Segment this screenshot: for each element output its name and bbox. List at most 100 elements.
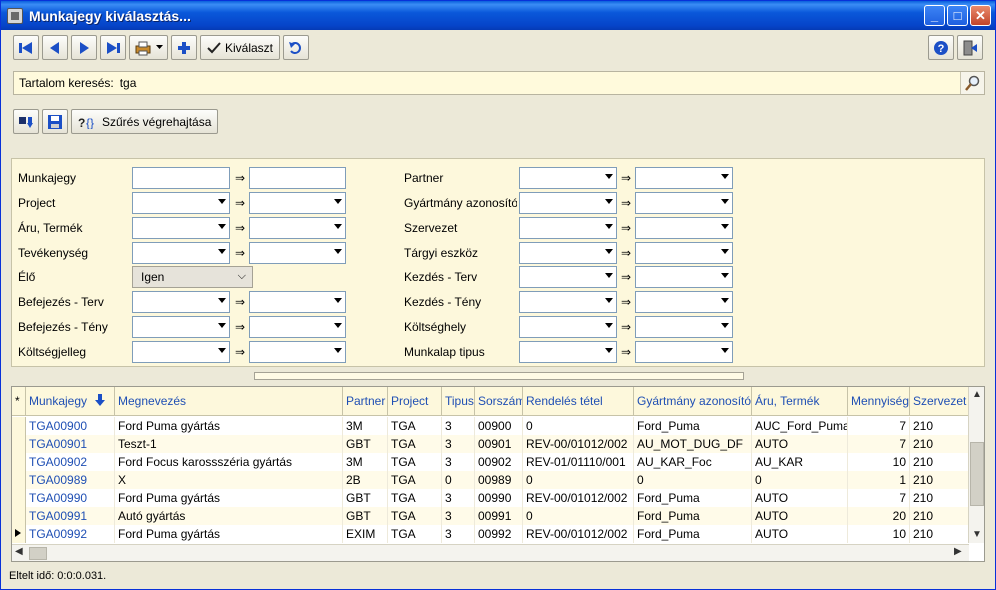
table-row[interactable]: TGA00991 Autó gyártás GBT TGA 3 00991 0 Ford_Pu… (12, 507, 969, 525)
table-row[interactable]: TGA00902 Ford Focus karossszéria gyártás 3… (12, 453, 969, 471)
svg-text:?: ? (78, 116, 85, 129)
worksheet-type-to-select[interactable] (635, 341, 733, 363)
scroll-left-icon[interactable]: ◀ (15, 546, 23, 557)
munkajegy-from-input[interactable] (132, 167, 230, 189)
exit-button[interactable] (957, 35, 983, 60)
table-cell[interactable]: TGA00901 (26, 435, 115, 453)
column-header[interactable]: Project (388, 387, 442, 415)
print-menu-button[interactable] (129, 35, 168, 60)
last-record-button[interactable] (100, 35, 126, 60)
load-filter-icon (19, 116, 33, 128)
column-header[interactable]: Mennyiség (848, 387, 910, 415)
activity-from-select[interactable] (132, 242, 230, 264)
organization-to-select[interactable] (635, 217, 733, 239)
search-input[interactable] (117, 73, 960, 93)
end-plan-from-select[interactable] (132, 291, 230, 313)
item-to-select[interactable] (249, 217, 346, 239)
partner-to-select[interactable] (635, 167, 733, 189)
asset-to-select[interactable] (635, 242, 733, 264)
table-cell[interactable]: TGA00900 (26, 417, 115, 435)
undo-icon (289, 41, 302, 54)
horizontal-scroll-thumb[interactable] (29, 547, 47, 560)
run-filter-button[interactable]: ?{} Szűrés végrehajtása (71, 109, 219, 134)
load-filter-button[interactable] (13, 109, 39, 134)
table-cell: GBT (343, 489, 388, 507)
table-cell: 3 (442, 435, 475, 453)
column-header[interactable]: Gyártmány azonosító (634, 387, 752, 415)
column-header[interactable]: Sorszám (475, 387, 523, 415)
product-id-to-select[interactable] (635, 192, 733, 214)
filter-row: Költségjelleg ⇒ Munkalap tipus ⇒ (12, 341, 986, 363)
table-cell[interactable]: TGA00902 (26, 453, 115, 471)
start-actual-from-select[interactable] (519, 291, 617, 313)
column-header[interactable]: Tipus (442, 387, 475, 415)
scroll-up-icon[interactable]: ▲ (972, 389, 982, 400)
table-cell[interactable]: TGA00989 (26, 471, 115, 489)
table-cell: Ford Puma gyártás (115, 489, 343, 507)
partner-from-select[interactable] (519, 167, 617, 189)
end-plan-to-select[interactable] (249, 291, 346, 313)
column-header[interactable]: Partner (343, 387, 388, 415)
filter-label: Munkajegy (18, 171, 77, 185)
search-button[interactable] (960, 72, 984, 94)
filter-label: Kezdés - Terv (404, 270, 478, 284)
filter-label: Áru, Termék (18, 221, 83, 235)
column-header[interactable]: Megnevezés (115, 387, 343, 415)
column-header[interactable]: Szervezet (910, 387, 969, 415)
first-record-button[interactable] (13, 35, 39, 60)
next-record-button[interactable] (71, 35, 97, 60)
help-button[interactable]: ? (928, 35, 954, 60)
column-header[interactable]: Áru, Termék (752, 387, 848, 415)
undo-button[interactable] (283, 35, 310, 60)
asset-from-select[interactable] (519, 242, 617, 264)
table-cell: 0 (634, 471, 752, 489)
cost-type-from-select[interactable] (132, 341, 230, 363)
munkajegy-to-input[interactable] (249, 167, 346, 189)
table-row[interactable]: TGA00992 Ford Puma gyártás EXIM TGA 3 00992 RE… (12, 525, 969, 543)
column-header[interactable]: Rendelés tétel (523, 387, 634, 415)
project-from-select[interactable] (132, 192, 230, 214)
scroll-right-icon[interactable]: ▶ (954, 546, 962, 557)
table-cell: AU_KAR (752, 453, 848, 471)
table-cell: 7 (848, 489, 910, 507)
start-actual-to-select[interactable] (635, 291, 733, 313)
vertical-scrollbar[interactable]: ▲ ▼ (968, 387, 984, 543)
cost-type-to-select[interactable] (249, 341, 346, 363)
add-button[interactable] (171, 35, 197, 60)
save-filter-button[interactable] (42, 109, 68, 134)
cost-center-from-select[interactable] (519, 316, 617, 338)
maximize-button[interactable]: □ (947, 5, 968, 26)
panel-splitter[interactable] (254, 372, 744, 380)
table-row[interactable]: TGA00990 Ford Puma gyártás GBT TGA 3 00990 REV… (12, 489, 969, 507)
start-plan-from-select[interactable] (519, 266, 617, 288)
close-button[interactable]: ✕ (970, 5, 991, 26)
minimize-button[interactable]: _ (924, 5, 945, 26)
worksheet-type-from-select[interactable] (519, 341, 617, 363)
table-cell[interactable]: TGA00990 (26, 489, 115, 507)
item-from-select[interactable] (132, 217, 230, 239)
start-plan-to-select[interactable] (635, 266, 733, 288)
table-cell[interactable]: TGA00991 (26, 507, 115, 525)
table-cell: 00901 (475, 435, 523, 453)
select-button[interactable]: Kiválaszt (200, 35, 281, 60)
vertical-scroll-thumb[interactable] (970, 442, 984, 506)
horizontal-scrollbar[interactable]: ◀ ▶ (12, 544, 969, 561)
activity-to-select[interactable] (249, 242, 346, 264)
table-cell[interactable]: TGA00992 (26, 525, 115, 543)
end-actual-from-select[interactable] (132, 316, 230, 338)
previous-record-button[interactable] (42, 35, 68, 60)
organization-from-select[interactable] (519, 217, 617, 239)
next-icon (80, 41, 89, 54)
column-header[interactable]: Munkajegy (26, 387, 115, 415)
filter-label: Gyártmány azonosító (404, 196, 517, 210)
cost-center-to-select[interactable] (635, 316, 733, 338)
active-select[interactable]: Igen ⌵ (132, 266, 253, 288)
table-row[interactable]: TGA00901 Teszt-1 GBT TGA 3 00901 REV-00/01012/… (12, 435, 969, 453)
table-row[interactable]: TGA00989 X 2B TGA 0 00989 0 0 0 1 210 (12, 471, 969, 489)
product-id-from-select[interactable] (519, 192, 617, 214)
end-actual-to-select[interactable] (249, 316, 346, 338)
filter-label: Költségjelleg (18, 345, 87, 359)
scroll-down-icon[interactable]: ▼ (972, 529, 982, 540)
project-to-select[interactable] (249, 192, 346, 214)
table-row[interactable]: TGA00900 Ford Puma gyártás 3M TGA 3 00900 0 For… (12, 417, 969, 435)
